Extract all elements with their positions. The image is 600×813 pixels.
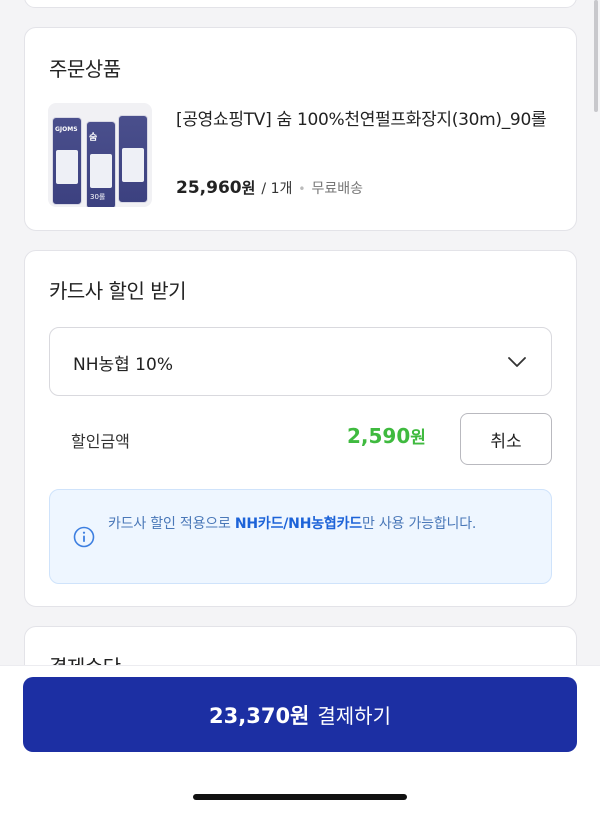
discount-amount-number: 2,590 [347, 424, 411, 448]
card-discount-card: 카드사 할인 받기 NH농협 10% 할인금액 2,590원 취소 카드사 할인… [24, 250, 577, 607]
card-discount-notice: 카드사 할인 적용으로 NH카드/NH농협카드만 사용 가능합니다. [49, 489, 552, 584]
notice-highlight: NH카드/NH농협카드 [234, 516, 362, 532]
order-section-title: 주문상품 [49, 57, 121, 81]
pay-action-label: 결제하기 [317, 704, 391, 728]
thumb-count: 30롤 [90, 193, 106, 201]
product-thumbnail[interactable]: GJOMS 숨 30롤 [48, 103, 152, 207]
product-name[interactable]: [공영쇼핑TV] 숨 100%천연펄프화장지(30m)_90롤 [176, 107, 556, 134]
card-discount-title: 카드사 할인 받기 [49, 279, 187, 303]
notice-text: 카드사 할인 적용으로 NH카드/NH농협카드만 사용 가능합니다. [108, 512, 538, 536]
discount-amount-label: 할인금액 [71, 432, 130, 451]
separator-dot: • [298, 182, 306, 196]
cancel-discount-button[interactable]: 취소 [460, 413, 552, 465]
chevron-down-icon [507, 352, 527, 376]
thumb-brand: GJOMS [55, 126, 78, 133]
shipping-info: 무료배송 [311, 181, 363, 197]
selected-card-value: NH농협 10% [73, 355, 173, 375]
home-indicator [193, 794, 407, 800]
product-price-row: 25,960 원 / 1개 • 무료배송 [176, 177, 363, 198]
notice-suffix: 만 사용 가능합니다. [361, 516, 477, 532]
pay-button[interactable]: 23,370원 결제하기 [23, 677, 577, 752]
notice-prefix: 카드사 할인 적용으로 [108, 516, 235, 532]
discount-amount-unit: 원 [410, 428, 426, 448]
discount-amount-value: 2,590원 [347, 423, 426, 448]
product-quantity: / 1개 [261, 181, 293, 197]
card-select-dropdown[interactable]: NH농협 10% [49, 327, 552, 396]
product-price-unit: 원 [241, 179, 256, 197]
product-roll-image [118, 115, 148, 203]
pay-amount: 23,370원 [209, 703, 310, 728]
order-items-card: 주문상품 GJOMS 숨 30롤 [공영쇼핑TV] 숨 100%천연펄프화장지(… [24, 27, 577, 231]
info-icon [73, 526, 95, 552]
product-roll-image: GJOMS [52, 117, 82, 205]
previous-section-card [24, 0, 577, 8]
product-price: 25,960 [176, 178, 242, 198]
bottom-action-bar: 23,370원 결제하기 [0, 665, 600, 813]
scrollbar-thumb[interactable] [594, 0, 598, 112]
thumb-label: 숨 [89, 133, 98, 143]
product-roll-image: 숨 30롤 [86, 121, 116, 207]
